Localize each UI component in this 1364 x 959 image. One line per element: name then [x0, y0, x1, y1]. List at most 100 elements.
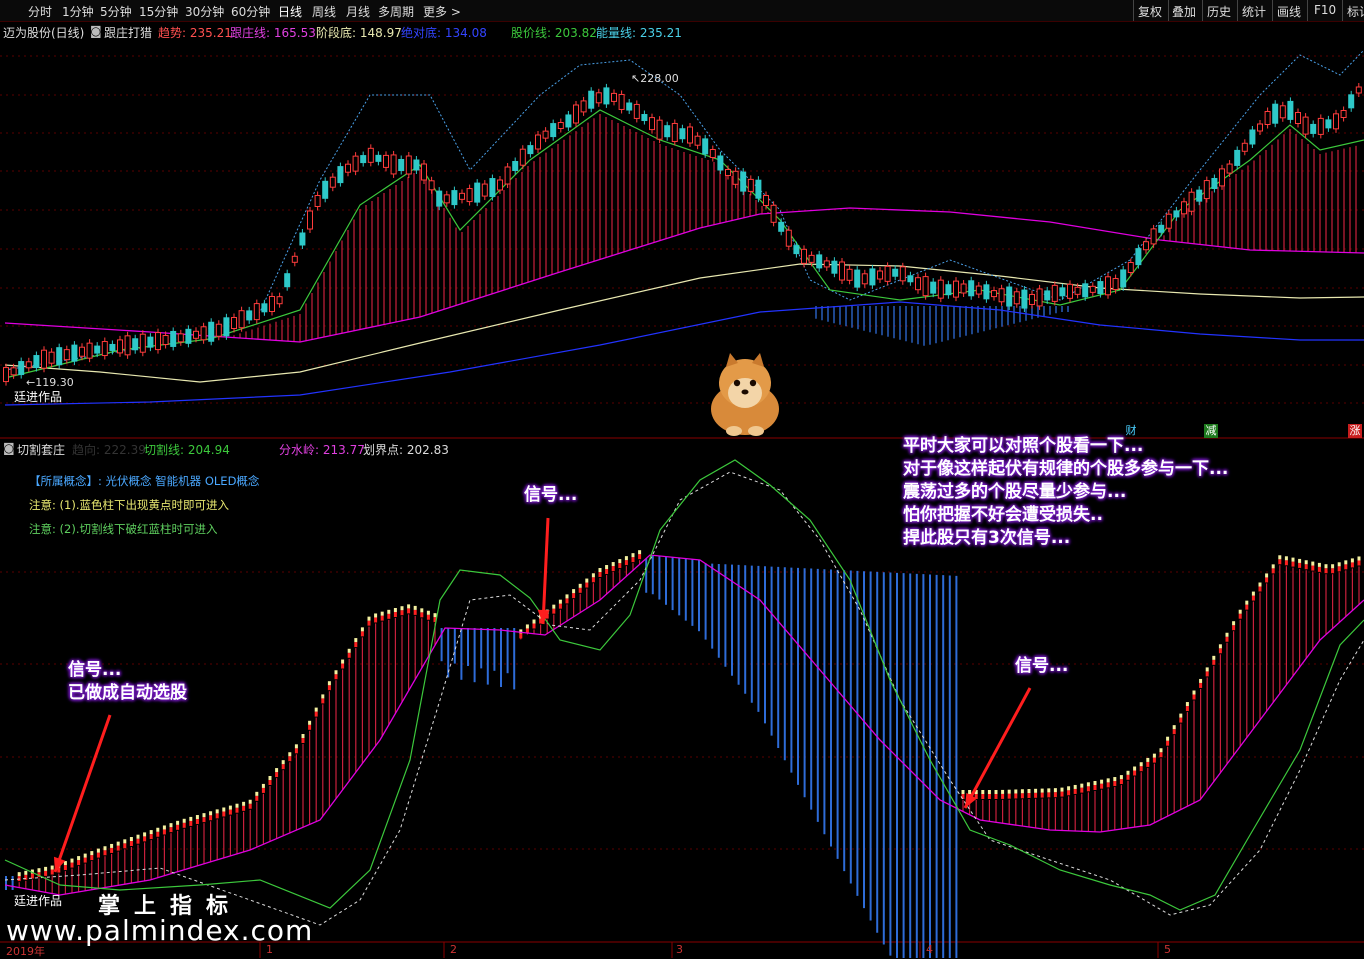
sub-yellow-dot — [1205, 667, 1209, 672]
candle-body — [679, 128, 686, 140]
sub-red-cap — [1172, 729, 1176, 735]
dog-picture-icon — [711, 353, 779, 436]
candle-body — [808, 254, 815, 263]
sub-yellow-dot — [1014, 789, 1018, 794]
sub-yellow-dot — [354, 638, 358, 643]
candle-body — [223, 317, 230, 337]
sub-red-cap — [202, 817, 206, 823]
follow-value: 跟庄线: 165.53 — [230, 26, 316, 40]
candle-body — [611, 92, 617, 102]
sub-red-cap — [981, 794, 985, 799]
sub-yellow-dot — [1047, 788, 1051, 793]
sub-red-cap — [215, 813, 219, 819]
candle-body — [451, 190, 458, 206]
sub-red-cap — [321, 698, 325, 704]
candle-body — [375, 154, 382, 162]
sub-red-cap — [1331, 568, 1335, 574]
sub-yellow-dot — [1199, 678, 1203, 683]
sub-yellow-dot — [1119, 775, 1123, 780]
sub-yellow-dot — [1113, 777, 1117, 782]
candle-body — [337, 166, 344, 184]
sub-yellow-dot — [585, 578, 589, 583]
candle-body — [1317, 117, 1324, 135]
sub-red-cap — [1119, 779, 1123, 785]
sub-red-cap — [1265, 577, 1269, 583]
sub-red-cap — [228, 809, 232, 815]
sub-red-cap — [1139, 766, 1143, 772]
candle-body — [1348, 94, 1355, 109]
candle-body — [48, 351, 55, 364]
candle-body — [489, 178, 496, 198]
sub-red-cap — [129, 841, 133, 847]
candle-body — [41, 349, 47, 369]
sub-yellow-dot — [1357, 556, 1361, 561]
sub-red-cap — [235, 807, 239, 813]
sub-yellow-dot — [242, 801, 246, 806]
sub-yellow-dot — [314, 707, 318, 712]
candle-body — [497, 179, 503, 191]
sub-red-cap — [1047, 792, 1051, 798]
candle-body — [983, 284, 990, 300]
sub-yellow-dot — [1344, 560, 1348, 565]
sub-red-cap — [1344, 564, 1348, 570]
sub-yellow-dot — [116, 841, 120, 846]
sub-red-cap — [1357, 560, 1361, 566]
candle-body — [1112, 278, 1119, 291]
sub-red-cap — [162, 829, 166, 835]
sub-red-cap — [1152, 757, 1156, 763]
candle-body — [1051, 284, 1058, 302]
sub-yellow-dot — [44, 866, 48, 871]
sub-red-cap — [572, 593, 576, 599]
sub-red-cap — [624, 560, 628, 566]
sub-yellow-dot — [77, 856, 81, 861]
candle-body — [519, 148, 526, 166]
sub-yellow-dot — [1053, 788, 1057, 793]
sub-yellow-dot — [182, 818, 186, 823]
sub-red-cap — [1166, 740, 1170, 746]
sub-red-cap — [618, 563, 622, 569]
sub-yellow-dot — [288, 752, 292, 757]
candle-body — [1158, 224, 1165, 233]
candle-body — [155, 332, 161, 351]
x-label-4: 4 — [926, 943, 933, 956]
candle-body — [785, 229, 792, 247]
sub-yellow-dot — [1001, 789, 1005, 794]
sub-yellow-dot — [123, 839, 127, 844]
sub-yellow-dot — [1133, 766, 1137, 771]
sub-yellow-dot — [162, 825, 166, 830]
indicator-name[interactable]: 跟庄打猎 — [104, 24, 152, 41]
sub-yellow-dot — [1126, 770, 1130, 775]
candle-body — [269, 296, 275, 312]
sub-red-cap — [314, 711, 318, 717]
rise-flag-icon[interactable]: 涨 — [1348, 424, 1362, 438]
sub-yellow-dot — [136, 834, 140, 839]
sub-red-cap — [1126, 774, 1130, 780]
sub-red-cap — [1067, 790, 1071, 796]
candle-body — [831, 260, 838, 274]
sub-yellow-dot — [17, 872, 21, 877]
cut-line-value: 切割线: 204.94 — [144, 443, 230, 457]
sub-yellow-dot — [228, 805, 232, 810]
signal-annotation-left: 信号... 已做成自动选股 — [68, 660, 187, 703]
sub-indicator-name[interactable]: 切割套庄 — [17, 441, 65, 458]
candle-body — [1089, 285, 1096, 293]
sub-red-cap — [1251, 595, 1255, 601]
candle-body — [1006, 286, 1013, 307]
indicator-toggle-icon[interactable]: ◙ — [90, 24, 102, 38]
sub-red-cap — [552, 608, 556, 614]
sub-red-cap — [103, 850, 107, 856]
sub-red-cap — [1324, 568, 1328, 574]
sub-red-cap — [63, 865, 67, 871]
stock-title: 迈为股份(日线) — [3, 26, 85, 40]
sub-yellow-dot — [334, 670, 338, 675]
candle-body — [132, 338, 139, 351]
sub-yellow-dot — [90, 851, 94, 856]
candle-body — [755, 179, 762, 199]
sub-red-cap — [261, 787, 265, 793]
sub-yellow-dot — [374, 613, 378, 618]
candle-body — [922, 276, 929, 297]
sub-indicator-toggle-icon[interactable]: ◙ — [3, 441, 15, 455]
candle-body — [1021, 289, 1028, 309]
sub-red-cap — [327, 685, 331, 691]
sub-yellow-dot — [189, 816, 193, 821]
